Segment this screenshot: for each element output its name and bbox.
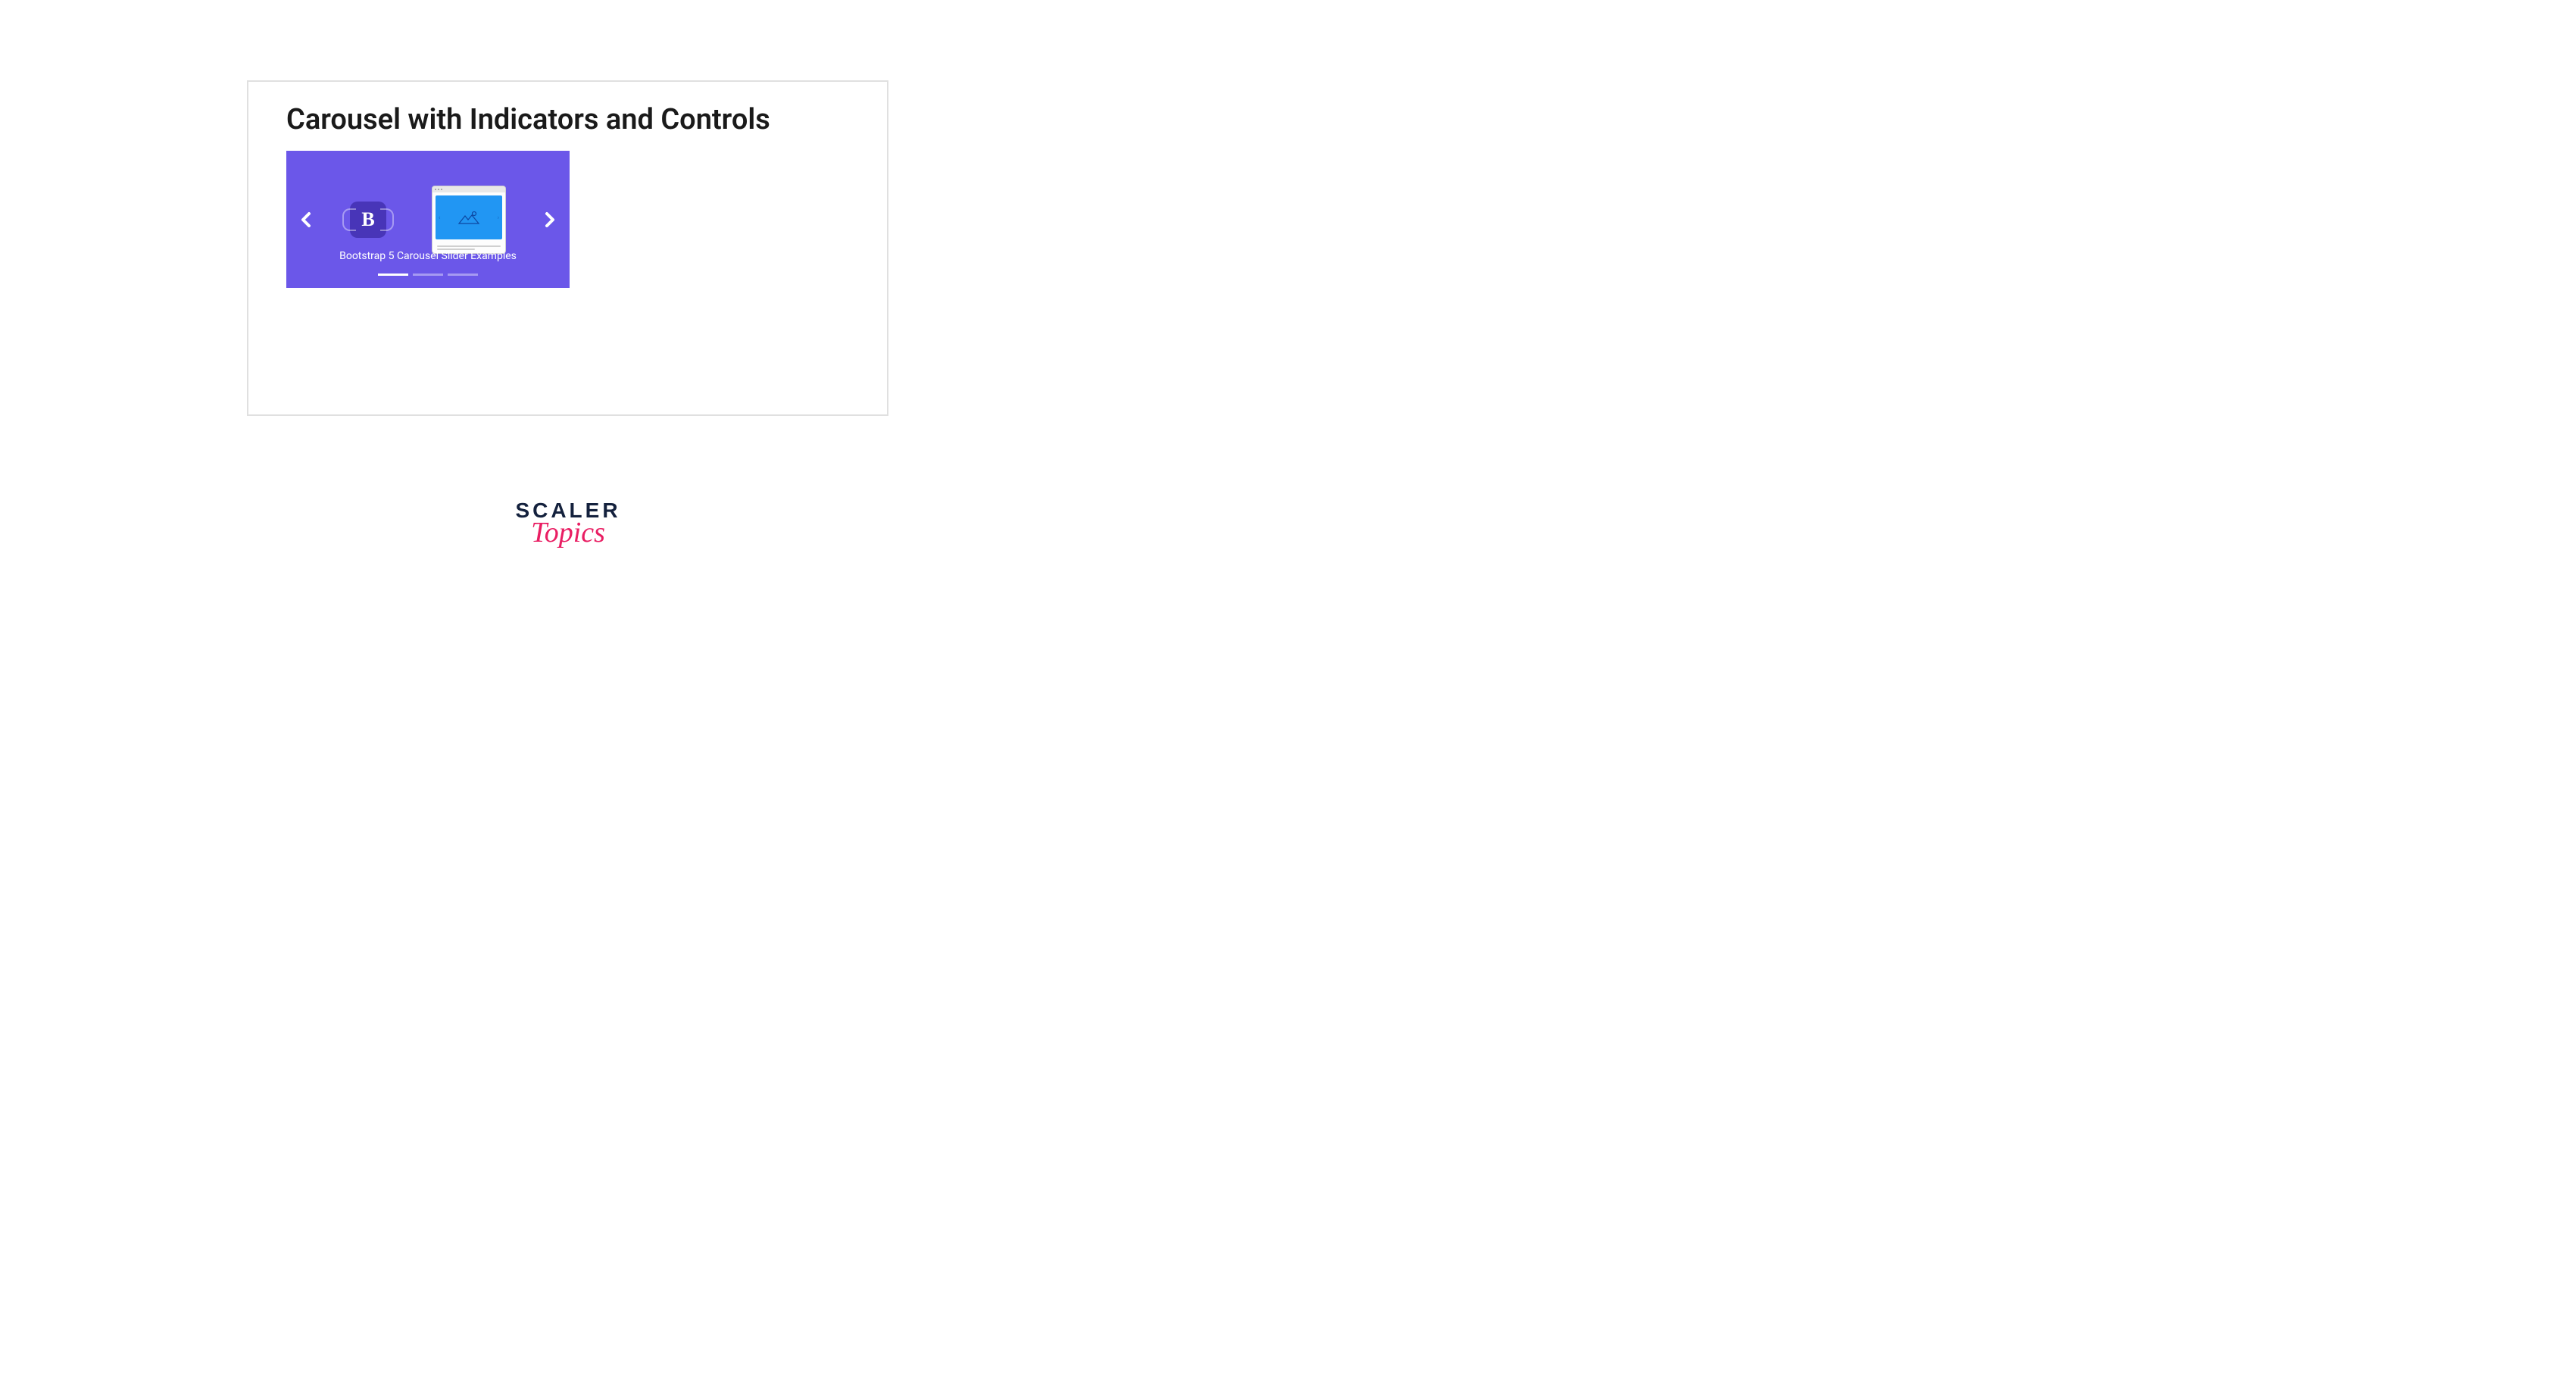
content-card: Carousel with Indicators and Controls B … [247, 80, 888, 416]
carousel-indicator-3[interactable] [448, 274, 478, 276]
carousel-indicator-2[interactable] [413, 274, 443, 276]
bootstrap-letter: B [361, 208, 374, 231]
carousel-next-button[interactable] [541, 211, 559, 229]
brand-name-bottom: Topics [515, 518, 620, 547]
carousel-indicators [378, 274, 478, 276]
mini-chevron-left-icon: ‹ [439, 214, 440, 220]
carousel-prev-button[interactable] [297, 211, 315, 229]
carousel-slide: B ‹ › [286, 151, 570, 288]
chevron-left-icon [299, 211, 313, 228]
brand-logo: SCALER Topics [515, 500, 620, 547]
carousel: B ‹ › [286, 151, 570, 288]
browser-mockup-icon: ‹ › [432, 186, 506, 254]
mini-chevron-right-icon: › [498, 214, 499, 220]
carousel-caption: Bootstrap 5 Carousel Slider Examples [339, 250, 517, 262]
image-placeholder-icon: ‹ › [436, 195, 502, 239]
browser-topbar [432, 186, 505, 192]
page-heading: Carousel with Indicators and Controls [286, 102, 849, 139]
chevron-right-icon [543, 211, 557, 228]
bootstrap-logo-icon: B [350, 202, 386, 238]
carousel-indicator-1[interactable] [378, 274, 408, 276]
